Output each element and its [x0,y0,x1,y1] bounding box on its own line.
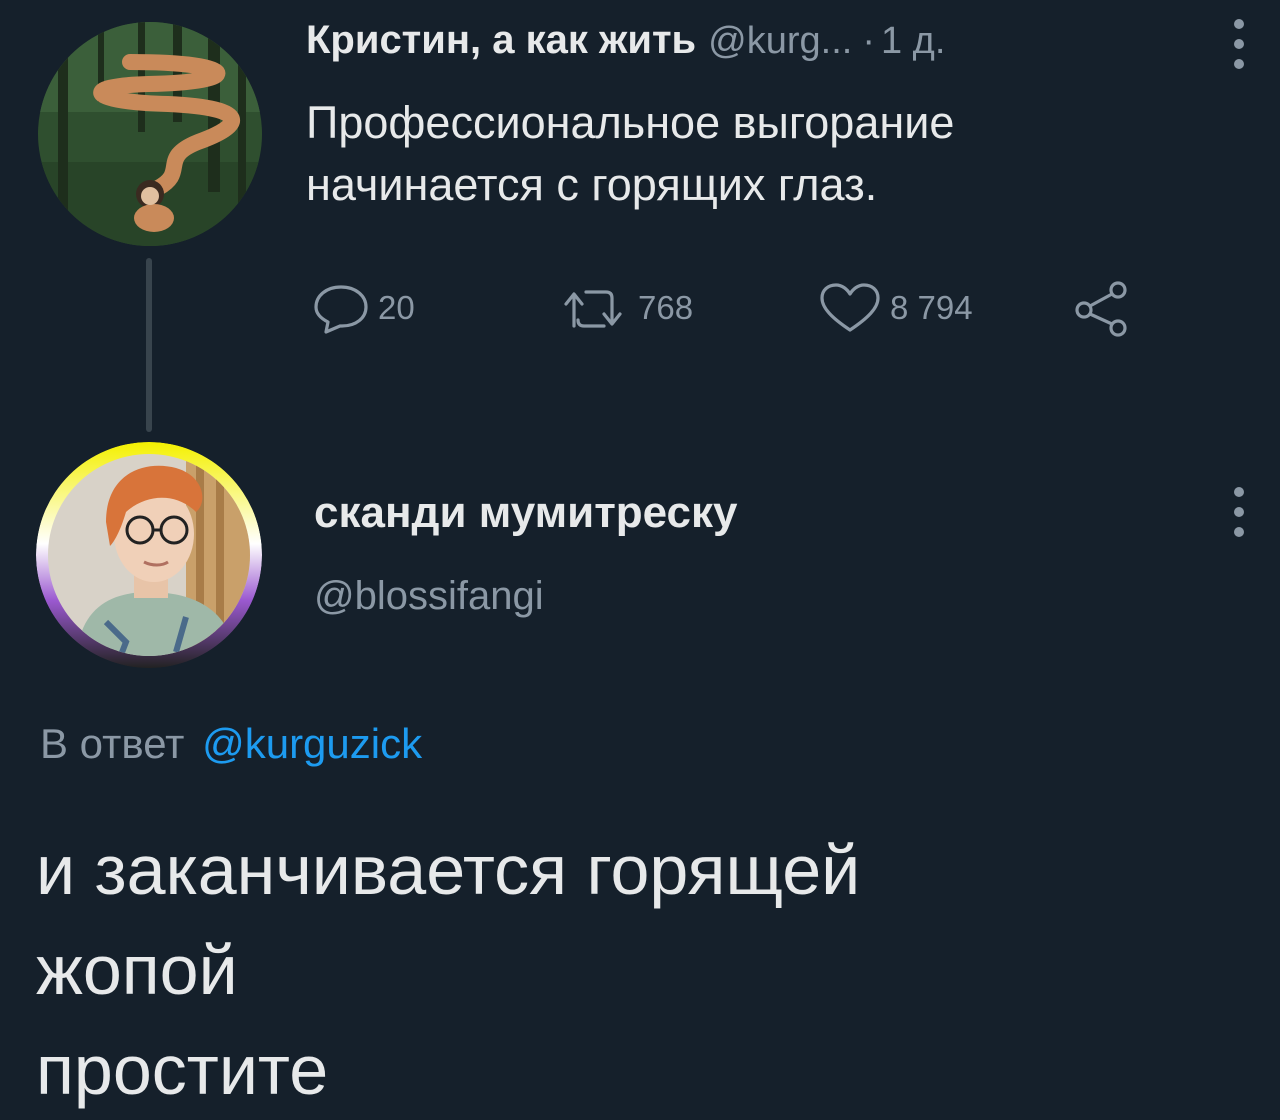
like-button[interactable]: 8 794 [818,276,973,340]
reply-to-mention-link[interactable]: @kurguzick [202,720,422,767]
reply-author-handle[interactable]: @blossifangi [314,574,544,619]
reply-to-line: В ответ @kurguzick [40,720,422,768]
reply-to-label: В ответ [40,720,185,767]
parent-tweet-text-line: Профессиональное выгорание [306,97,955,148]
parent-tweet-time[interactable]: 1 д. [881,20,945,63]
reply-count: 20 [378,289,415,326]
reply-button[interactable]: 20 [312,276,415,340]
like-count: 8 794 [890,289,973,326]
reply-icon [314,285,368,334]
reply-tweet-text-line: и заканчивается горящей [36,831,861,909]
retweet-button[interactable]: 768 [560,276,693,340]
more-vertical-icon[interactable] [1230,484,1248,540]
more-vertical-icon[interactable] [1230,16,1248,72]
retweet-icon [564,290,622,328]
parent-author-name[interactable]: Кристин, а как жить [306,18,696,63]
reply-tweet-text: и заканчивается горящей жопой простите [36,820,1256,1120]
parent-avatar-image [38,22,262,246]
parent-tweet-header: Кристин, а как жить @kurg... · 1 д. [306,18,945,74]
share-icon [1075,281,1127,337]
reply-tweet-text-line: жопой [36,931,238,1009]
parent-author-handle[interactable]: @kurg... [708,20,852,63]
reply-avatar-image [36,442,262,668]
tweet-actions-bar: 20 768 8 794 [312,276,1192,340]
thread-connector-line [146,258,152,432]
parent-tweet-text-line: начинается с горящих глаз. [306,159,878,210]
share-button[interactable] [1072,276,1132,340]
retweet-count: 768 [638,289,694,326]
header-separator: · [862,20,875,62]
reply-tweet-text-line: простите [36,1031,329,1109]
reply-avatar[interactable] [36,442,262,668]
parent-tweet-text: Профессиональное выгорание начинается с … [306,92,1206,216]
heart-icon [820,283,880,332]
parent-avatar[interactable] [38,22,262,246]
reply-author-name[interactable]: сканди мумитреску [314,488,737,538]
